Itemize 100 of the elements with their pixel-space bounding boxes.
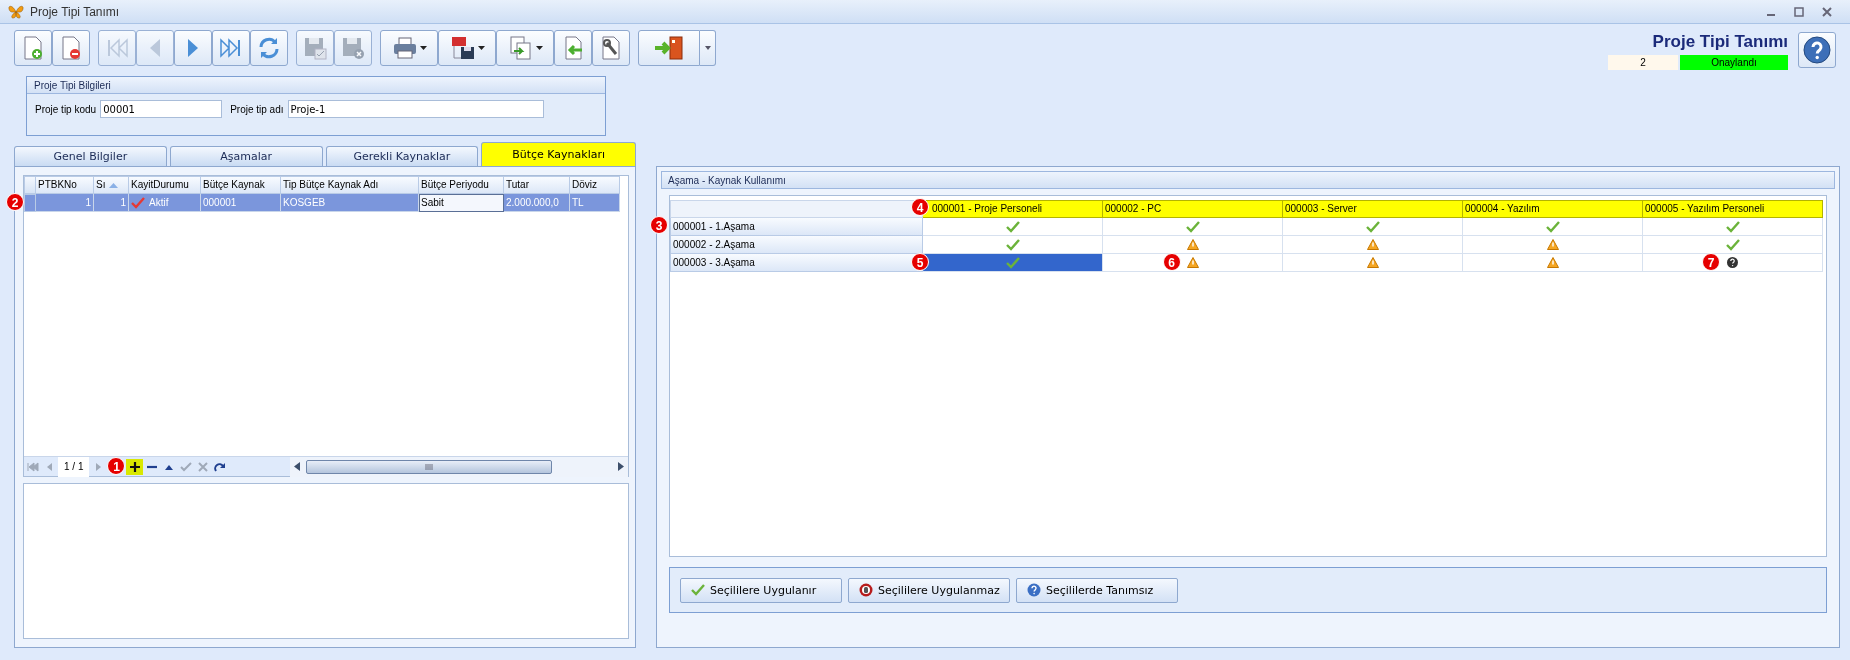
callout-badge: 6 [1162, 253, 1181, 271]
table-cell: Aktif [129, 194, 201, 212]
table-cell: TL [570, 194, 620, 212]
column-header[interactable]: 000001 - Proje Personeli [923, 200, 1103, 218]
table-cell: Sabit [419, 194, 504, 212]
check-icon [691, 584, 705, 596]
matrix-cell[interactable] [1283, 218, 1463, 236]
status-label: Onaylandı [1680, 55, 1788, 70]
callout-badge: 1 [107, 457, 126, 475]
matrix-cell[interactable] [923, 236, 1103, 254]
caret-icon [477, 46, 485, 50]
exit-door-icon [652, 35, 686, 61]
action-button[interactable]: Seçililere Uygulanır [680, 577, 842, 603]
scroll-right-icon [618, 462, 624, 471]
matrix-cell[interactable] [1643, 218, 1823, 236]
export-document-icon [507, 35, 534, 61]
matrix-cell[interactable] [1463, 236, 1643, 254]
first-icon [26, 461, 39, 472]
tab[interactable]: Genel Bilgiler [14, 146, 167, 166]
action-button[interactable]: Seçililere Uygulanmaz [848, 577, 1010, 603]
dropdown-button[interactable] [700, 30, 716, 66]
column-header[interactable]: Tip Bütçe Kaynak Adı [281, 176, 419, 194]
table-cell: 1 [94, 194, 129, 212]
check-icon [1005, 220, 1020, 233]
close-icon [196, 461, 209, 472]
matrix-cell[interactable] [1463, 254, 1643, 272]
table-cell: 1 [36, 194, 94, 212]
column-header[interactable]: Döviz [570, 176, 620, 194]
column-header[interactable]: Bütçe Periyodu [419, 176, 504, 194]
tab[interactable]: Aşamalar [169, 146, 323, 166]
matrix-cell[interactable] [1283, 254, 1463, 272]
column-header[interactable]: 000005 - Yazılım Personeli [1643, 200, 1823, 218]
check-icon [1005, 238, 1020, 251]
warning-icon [1366, 257, 1379, 268]
callout-badge: 2 [6, 193, 24, 211]
maximize-icon[interactable] [1794, 6, 1804, 17]
column-header[interactable]: 000004 - Yazılım [1463, 200, 1643, 218]
question-icon [1727, 257, 1738, 268]
callout-badge: 3 [650, 216, 668, 234]
close-icon[interactable] [1822, 6, 1832, 17]
navigator-button[interactable] [126, 458, 144, 475]
column-header[interactable]: Tutar [504, 176, 570, 194]
check-icon [1725, 238, 1740, 251]
row-header[interactable]: 000002 - 2.Aşama [670, 236, 923, 254]
record-number: 2 [1608, 55, 1678, 70]
page-indicator: 1 / 1 [58, 456, 90, 477]
matrix-cell[interactable]: 6 [1103, 254, 1283, 272]
matrix-cell[interactable] [1103, 236, 1283, 254]
exit-button[interactable] [638, 30, 700, 66]
pdf-save-icon [449, 35, 476, 61]
horizontal-scrollbar[interactable] [290, 456, 628, 477]
form-title: Proje Tipi Tanımı [1652, 32, 1788, 52]
matrix-cell[interactable]: 7 [1643, 254, 1823, 272]
row-header[interactable]: 000001 - 1.Aşama [670, 218, 923, 236]
table-cell: 2.000.000,0 [504, 194, 570, 212]
toolbar-button[interactable] [592, 30, 630, 66]
matrix-cell[interactable] [923, 218, 1103, 236]
input-field[interactable]: Proje-1 [287, 100, 544, 118]
field-label: Proje tip kodu [35, 103, 97, 115]
check-icon [1005, 256, 1020, 269]
column-header[interactable]: Bütçe Kaynak [201, 176, 281, 194]
matrix-cell[interactable] [1103, 218, 1283, 236]
printer-icon [391, 35, 418, 61]
caret-icon [535, 46, 543, 50]
grip-icon [425, 463, 433, 470]
scroll-left-icon [294, 462, 300, 471]
help-icon [1803, 36, 1831, 64]
column-header[interactable]: 000003 - Server [1283, 200, 1463, 218]
warning-icon [1186, 257, 1199, 268]
tab[interactable]: Bütçe Kaynakları [481, 142, 636, 166]
tab[interactable]: Gerekli Kaynaklar [325, 146, 479, 166]
check-icon [1545, 220, 1560, 233]
warning-icon [1366, 239, 1379, 250]
matrix-cell[interactable] [923, 254, 1103, 272]
window-title: Proje Tipi Tanımı [30, 4, 120, 19]
butterfly-icon [8, 4, 24, 19]
toolbar-button[interactable] [438, 30, 496, 66]
caret-icon [704, 46, 711, 50]
row-indicator [24, 176, 36, 194]
column-header[interactable]: KayitDurumu [129, 176, 201, 194]
input-field[interactable]: 00001 [100, 100, 223, 118]
help-button[interactable] [1798, 32, 1836, 68]
matrix-cell[interactable] [1283, 236, 1463, 254]
action-button[interactable]: Seçililerde Tanımsız [1016, 577, 1178, 603]
panel-title: Aşama - Kaynak Kullanımı [661, 171, 1835, 189]
column-header[interactable]: PTBKNo [36, 176, 94, 194]
question-icon [1027, 583, 1041, 597]
matrix-cell[interactable] [1463, 218, 1643, 236]
check-icon [1185, 220, 1200, 233]
table-cell: 000001 [201, 194, 281, 212]
redo-icon [213, 461, 226, 472]
stop-hand-icon [859, 583, 873, 597]
check-icon [1725, 220, 1740, 233]
save-icon [302, 35, 328, 61]
column-header[interactable]: Sı [94, 176, 129, 194]
check-icon [131, 196, 145, 209]
caret-icon [419, 46, 427, 50]
matrix-cell[interactable] [1643, 236, 1823, 254]
column-header[interactable]: 000002 - PC [1103, 200, 1283, 218]
scrollbar-thumb[interactable] [306, 459, 552, 474]
